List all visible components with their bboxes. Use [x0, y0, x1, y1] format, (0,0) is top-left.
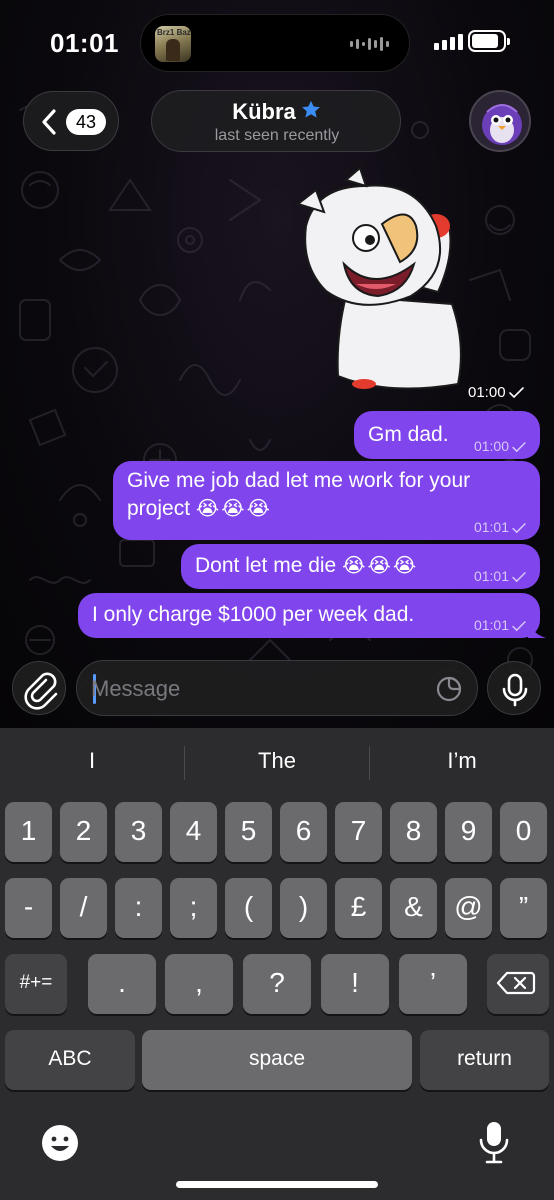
key-return[interactable]: return — [420, 1030, 549, 1090]
chevron-left-icon — [42, 109, 56, 135]
key-more-symbols[interactable]: #+= — [5, 954, 67, 1014]
keyboard: I The I’m 1 2 3 4 5 6 7 8 9 0 - / : ; ( … — [0, 728, 554, 1200]
sticker-timestamp: 01:00 — [462, 382, 530, 404]
backspace-icon — [496, 971, 536, 995]
now-playing-art-text: Brz1 Bazz — [157, 28, 191, 37]
checkmark-icon — [512, 442, 526, 453]
dictation-mic-icon[interactable] — [476, 1120, 512, 1166]
suggestion-bar: I The I’m — [0, 728, 554, 798]
message-text: Dont let me die — [195, 554, 337, 577]
crying-emoji: 😭😭😭 — [195, 498, 272, 520]
key-at[interactable]: @ — [445, 878, 492, 938]
key-4[interactable]: 4 — [170, 802, 217, 862]
key-pound[interactable]: £ — [335, 878, 382, 938]
microphone-button[interactable] — [487, 661, 541, 715]
sticker-time-text: 01:00 — [468, 384, 506, 401]
message-time-text: 01:00 — [473, 438, 509, 454]
suggestion-2[interactable]: The — [185, 748, 369, 774]
key-3[interactable]: 3 — [115, 802, 162, 862]
key-semicolon[interactable]: ; — [170, 878, 217, 938]
paperclip-icon — [24, 672, 58, 710]
key-delete[interactable] — [487, 954, 549, 1014]
checkmark-icon — [508, 387, 524, 399]
cellular-signal-icon — [434, 34, 463, 50]
contact-avatar[interactable] — [469, 90, 531, 152]
message-time-text: 01:01 — [473, 568, 509, 584]
bubble-tail — [528, 620, 546, 638]
message-timestamp: 01:00 — [474, 438, 526, 454]
key-9[interactable]: 9 — [445, 802, 492, 862]
suggestion-3[interactable]: I’m — [370, 748, 554, 774]
key-colon[interactable]: : — [115, 878, 162, 938]
message-text-line1: Give me job dad let me work for your — [127, 469, 471, 492]
audio-visualizer-icon — [350, 37, 389, 51]
key-close-paren[interactable]: ) — [280, 878, 327, 938]
message-bubble[interactable]: I only charge $1000 per week dad. 01:01 — [78, 593, 546, 638]
key-2[interactable]: 2 — [60, 802, 107, 862]
key-8[interactable]: 8 — [390, 802, 437, 862]
message-composer[interactable] — [76, 660, 478, 716]
artwork-figure — [166, 39, 180, 61]
contact-status: last seen recently — [214, 127, 340, 144]
key-question[interactable]: ? — [243, 954, 311, 1014]
message-bubble[interactable]: Dont let me die 😭😭😭 01:01 — [181, 544, 540, 589]
key-slash[interactable]: / — [60, 878, 107, 938]
key-abc[interactable]: ABC — [5, 1030, 135, 1090]
back-button[interactable]: 43 — [23, 91, 119, 151]
microphone-icon — [502, 673, 528, 707]
key-1[interactable]: 1 — [5, 802, 52, 862]
checkmark-icon — [512, 621, 526, 632]
suggestion-1[interactable]: I — [0, 748, 184, 774]
key-exclamation[interactable]: ! — [321, 954, 389, 1014]
key-5[interactable]: 5 — [225, 802, 272, 862]
dynamic-island[interactable]: Brz1 Bazz — [140, 14, 410, 72]
home-indicator[interactable] — [176, 1181, 378, 1188]
crying-emoji: 😭😭😭 — [342, 555, 419, 577]
now-playing-artwork: Brz1 Bazz — [155, 26, 191, 62]
message-time-text: 01:01 — [473, 617, 509, 633]
key-open-paren[interactable]: ( — [225, 878, 272, 938]
message-timestamp: 01:01 — [474, 617, 526, 633]
message-text: I only charge $1000 per week dad. — [92, 603, 415, 626]
message-text-line2: project — [127, 497, 191, 520]
key-apostrophe[interactable]: ’ — [399, 954, 467, 1014]
sticker-icon[interactable] — [435, 675, 463, 703]
contact-name: Kübra — [232, 99, 296, 124]
contact-name-row: Kübra — [152, 99, 402, 125]
message-bubble[interactable]: Give me job dad let me work for your pro… — [113, 461, 540, 540]
message-timestamp: 01:01 — [474, 568, 526, 584]
key-period[interactable]: . — [88, 954, 156, 1014]
key-comma[interactable]: , — [165, 954, 233, 1014]
key-quote[interactable]: ” — [500, 878, 547, 938]
checkmark-icon — [512, 572, 526, 583]
attach-button[interactable] — [12, 661, 66, 715]
status-bar: 01:01 Brz1 Bazz — [0, 0, 554, 84]
clock: 01:01 — [50, 28, 119, 58]
key-0[interactable]: 0 — [500, 802, 547, 862]
key-7[interactable]: 7 — [335, 802, 382, 862]
premium-star-icon — [301, 100, 320, 118]
emoji-keyboard-icon[interactable] — [40, 1123, 80, 1163]
rhino-sticker[interactable] — [286, 166, 476, 392]
message-input[interactable] — [91, 673, 421, 705]
key-space[interactable]: space — [142, 1030, 412, 1090]
message-text: Gm dad. — [368, 423, 449, 446]
key-hyphen[interactable]: - — [5, 878, 52, 938]
message-timestamp: 01:01 — [474, 519, 526, 535]
key-6[interactable]: 6 — [280, 802, 327, 862]
checkmark-icon — [512, 523, 526, 534]
chat-title[interactable]: Kübra last seen recently — [151, 90, 401, 152]
key-ampersand[interactable]: & — [390, 878, 437, 938]
message-bubble[interactable]: Gm dad. 01:00 — [354, 411, 540, 459]
battery-icon — [468, 30, 510, 52]
unread-count-badge: 43 — [66, 109, 106, 135]
message-time-text: 01:01 — [473, 519, 509, 535]
